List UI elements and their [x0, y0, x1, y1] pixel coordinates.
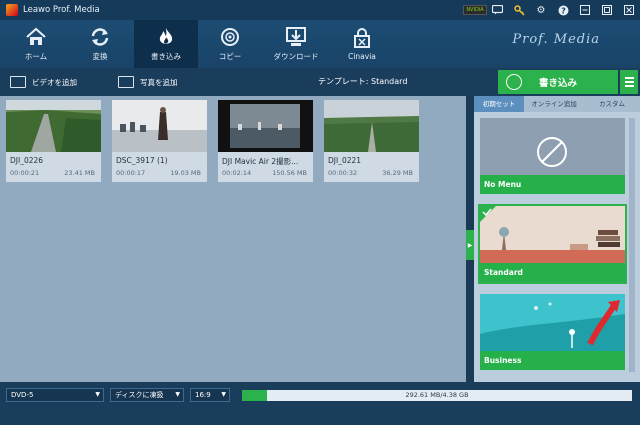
clip-duration: 00:00:17: [116, 169, 146, 177]
tab-convert-label: 変換: [92, 51, 108, 61]
clip-name: DJI_0221: [328, 156, 362, 165]
panel-collapse-button[interactable]: ▶: [466, 230, 474, 260]
disc-usage-text: 292.61 MB/4.38 GB: [405, 391, 469, 399]
add-video-button[interactable]: ビデオを追加: [10, 68, 77, 96]
template-card-no-menu[interactable]: No Menu: [480, 118, 625, 194]
template-panel: 初期セット オンライン追加 カスタム No Menu Standard Busi…: [474, 96, 640, 382]
template-name: Standard: [480, 263, 625, 282]
template-tabs: 初期セット オンライン追加 カスタム: [474, 96, 640, 112]
aspect-select[interactable]: 16:9 ▼: [190, 388, 230, 402]
tab-preset[interactable]: 初期セット: [474, 96, 524, 112]
clip-thumbnail: [324, 100, 419, 152]
title-bar: Leawo Prof. Media NVIDIA ⚙ ?: [0, 0, 640, 20]
clip-thumbnail: [112, 100, 207, 152]
tab-online[interactable]: オンライン追加: [524, 96, 584, 112]
tab-custom[interactable]: カスタム: [584, 96, 640, 112]
tab-cinavia-label: Cinavia: [348, 51, 376, 61]
nvidia-icon[interactable]: NVIDIA: [463, 0, 487, 20]
clip-card[interactable]: DSC_3917 (1) 00:00:17 19.03 MB: [112, 100, 207, 182]
burn-button[interactable]: 書き込み: [498, 70, 618, 94]
no-menu-icon: [537, 137, 567, 167]
disc-copy-icon: [219, 27, 241, 47]
convert-icon: [89, 27, 111, 47]
photo-icon: [118, 76, 134, 88]
clip-name: DJI Mavic Air 2撮影...: [222, 157, 299, 166]
clip-thumbnail: [6, 100, 101, 152]
add-photo-label: 写真を追加: [140, 77, 178, 87]
tab-copy[interactable]: コピー: [198, 20, 262, 68]
burn-flame-icon: [155, 27, 177, 47]
chevron-down-icon: ▼: [221, 391, 226, 398]
clip-name: DSC_3917 (1): [116, 156, 168, 165]
clip-card[interactable]: DJI_0221 00:00:32 36.29 MB: [324, 100, 419, 182]
clip-name: DJI_0226: [10, 156, 44, 165]
clip-duration: 00:00:32: [328, 169, 358, 177]
tab-download-label: ダウンロード: [273, 51, 319, 61]
menu-lines-icon: [624, 77, 634, 79]
status-bar: DVD-5 ▼ ディスクに凍扱 ▼ 16:9 ▼ 292.61 MB/4.38 …: [0, 382, 640, 425]
main-toolbar: ホーム 変換 書き込み コピー ダウンロード Cinavia Prof. Med…: [0, 20, 640, 68]
clip-duration: 00:00:21: [10, 169, 40, 177]
app-logo-icon: [6, 4, 18, 16]
template-name: Business: [480, 351, 625, 370]
burn-button-label: 書き込み: [538, 78, 577, 89]
chevron-down-icon: ▼: [95, 391, 100, 398]
clip-card[interactable]: DJI Mavic Air 2撮影... 00:02:14 150.56 MB: [218, 100, 313, 182]
chat-icon[interactable]: [486, 0, 508, 20]
tab-cinavia[interactable]: Cinavia: [330, 20, 394, 68]
disc-type-value: DVD-5: [11, 391, 34, 399]
gear-icon[interactable]: ⚙: [530, 0, 552, 20]
clip-size: 36.29 MB: [382, 169, 413, 177]
clip-list-area: DJI_0226 00:00:21 23.41 MB DSC_3917 (1) …: [0, 96, 466, 382]
cinavia-lock-icon: [351, 27, 373, 48]
clip-size: 23.41 MB: [64, 169, 95, 177]
template-card-standard[interactable]: Standard: [478, 204, 627, 284]
fit-mode-value: ディスクに凍扱: [115, 391, 164, 399]
template-scrollbar[interactable]: [629, 118, 635, 372]
chevron-down-icon: ▼: [175, 391, 180, 398]
film-icon: [10, 76, 26, 88]
home-icon: [25, 27, 47, 47]
key-icon[interactable]: [508, 0, 530, 20]
tab-burn[interactable]: 書き込み: [134, 20, 198, 68]
app-title: Leawo Prof. Media: [23, 5, 100, 15]
disc-type-select[interactable]: DVD-5 ▼: [6, 388, 104, 402]
clip-size: 19.03 MB: [170, 169, 201, 177]
clip-size: 150.56 MB: [272, 169, 307, 177]
clip-duration: 00:02:14: [222, 169, 252, 177]
maximize-icon[interactable]: [596, 0, 618, 20]
tab-copy-label: コピー: [218, 51, 242, 61]
minimize-icon[interactable]: [574, 0, 596, 20]
fit-mode-select[interactable]: ディスクに凍扱 ▼: [110, 388, 184, 402]
business-template-preview: [480, 294, 625, 351]
tab-home-label: ホーム: [24, 51, 48, 61]
menu-list-button[interactable]: [620, 70, 638, 94]
clip-card[interactable]: DJI_0226 00:00:21 23.41 MB: [6, 100, 101, 182]
close-icon[interactable]: [618, 0, 640, 20]
tab-burn-label: 書き込み: [151, 51, 181, 61]
window-controls: NVIDIA ⚙ ?: [463, 0, 640, 20]
help-icon[interactable]: ?: [552, 0, 574, 20]
standard-template-preview: [480, 206, 625, 263]
template-card-business[interactable]: Business: [480, 294, 625, 370]
burn-button-icon: [506, 74, 522, 90]
download-icon: [285, 26, 307, 47]
add-photo-button[interactable]: 写真を追加: [118, 68, 178, 96]
disc-usage-bar: 292.61 MB/4.38 GB: [242, 390, 632, 401]
aspect-value: 16:9: [195, 391, 211, 399]
tab-download[interactable]: ダウンロード: [264, 20, 328, 68]
tab-home[interactable]: ホーム: [4, 20, 68, 68]
brand-logo: Prof. Media: [512, 32, 600, 47]
tab-convert[interactable]: 変換: [68, 20, 132, 68]
clip-thumbnail: [218, 100, 313, 152]
add-video-label: ビデオを追加: [32, 77, 77, 87]
template-label: テンプレート: Standard: [318, 77, 408, 86]
svg-text:?: ?: [561, 6, 566, 15]
template-name: No Menu: [480, 175, 625, 194]
